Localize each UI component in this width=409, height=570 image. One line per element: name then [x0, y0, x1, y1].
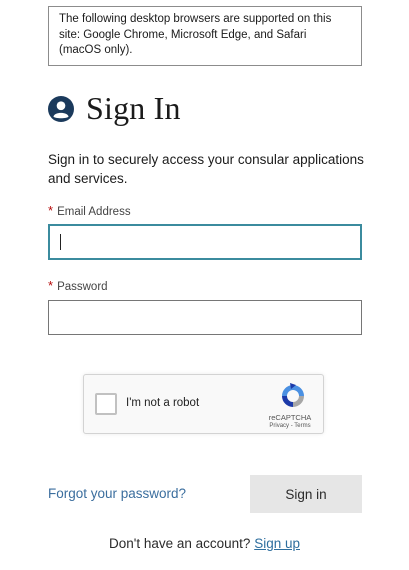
required-marker: *: [48, 203, 54, 218]
email-field[interactable]: [48, 224, 362, 260]
page-title: Sign In: [86, 90, 181, 126]
password-field[interactable]: [48, 300, 362, 335]
page-header: Sign In: [48, 90, 181, 127]
password-label-text: Password: [57, 281, 108, 293]
intro-text: Sign in to securely access your consular…: [48, 152, 364, 186]
required-marker: *: [48, 278, 54, 293]
recaptcha-brand: reCAPTCHA: [268, 413, 312, 422]
password-label: * Password: [48, 278, 108, 293]
recaptcha-widget: I'm not a robot reCAPTCHA Privacy - Term…: [83, 374, 324, 434]
sign-in-button[interactable]: Sign in: [250, 475, 362, 513]
recaptcha-logo-icon: [282, 383, 304, 407]
forgot-password-link[interactable]: Forgot your password?: [48, 486, 186, 501]
recaptcha-checkbox[interactable]: [95, 393, 117, 415]
browser-support-notice: The following desktop browsers are suppo…: [48, 6, 362, 66]
signup-row: Don't have an account? Sign up: [0, 536, 409, 551]
user-circle-icon: [48, 95, 74, 122]
recaptcha-label: I'm not a robot: [126, 397, 200, 409]
browser-support-text: The following desktop browsers are suppo…: [59, 13, 332, 56]
sign-up-link[interactable]: Sign up: [254, 536, 300, 551]
text-cursor: [60, 234, 61, 250]
signup-prompt: Don't have an account?: [109, 536, 251, 551]
recaptcha-privacy-terms[interactable]: Privacy - Terms: [252, 423, 328, 429]
email-label: * Email Address: [48, 203, 131, 218]
email-label-text: Email Address: [57, 206, 131, 218]
